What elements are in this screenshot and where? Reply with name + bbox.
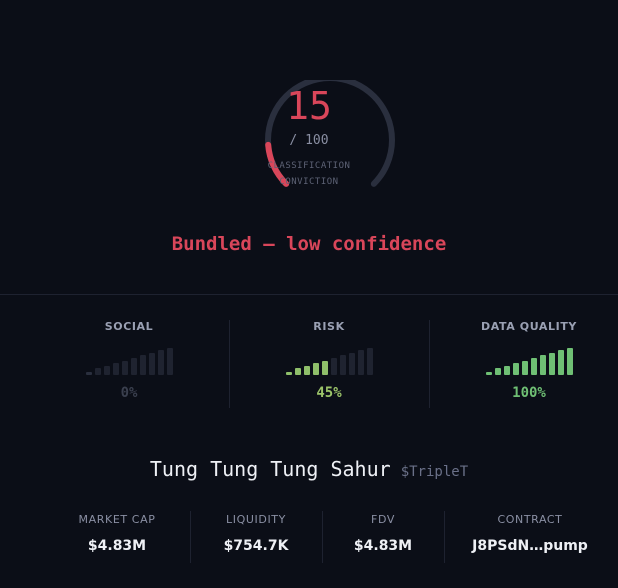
signal-bar — [366, 348, 373, 375]
signal-bars — [84, 345, 174, 375]
signal-bar — [548, 353, 555, 375]
signal-bars — [284, 345, 374, 375]
metric-label: RISK — [313, 320, 345, 333]
token-header: Tung Tung Tung Sahur $TripleT — [0, 457, 618, 481]
signal-bar — [557, 350, 564, 375]
contract-address[interactable]: J8PSdN…pump — [460, 538, 600, 554]
signal-bar — [294, 368, 301, 375]
signal-bar — [485, 372, 492, 375]
signal-bar — [539, 355, 546, 375]
section-divider — [0, 294, 618, 295]
signal-bar — [494, 368, 501, 375]
stat-label: CONTRACT — [497, 513, 563, 526]
signal-bar — [139, 355, 146, 375]
gauge-subtitle-line1: CLASSIFICATION — [267, 161, 351, 171]
signal-bar — [503, 366, 510, 375]
stat-divider — [444, 511, 445, 563]
signal-bar — [148, 353, 155, 375]
stat-liquidity: LIQUIDITY $754.7K — [201, 505, 311, 554]
signal-bar — [530, 358, 537, 375]
metric-social: SOCIAL 0% — [29, 310, 229, 401]
signal-bar — [348, 353, 355, 375]
stat-label: FDV — [371, 513, 395, 526]
stat-value: $754.7K — [223, 538, 289, 554]
metrics-row: SOCIAL 0% RISK 45% DATA QUALITY 100% — [0, 310, 618, 410]
conviction-gauge: 15 / 100 CLASSIFICATION CONVICTION — [0, 0, 618, 200]
token-name: Tung Tung Tung Sahur — [149, 457, 391, 481]
signal-bar — [512, 363, 519, 375]
stat-value: $4.83M — [87, 538, 147, 554]
signal-bar — [121, 361, 128, 375]
metric-label: DATA QUALITY — [480, 320, 577, 333]
signal-bar — [166, 348, 173, 375]
metric-value: 0% — [120, 385, 138, 401]
stat-divider — [190, 511, 191, 563]
signal-bar — [285, 372, 292, 375]
signal-bar — [303, 366, 310, 375]
signal-bar — [94, 368, 101, 375]
signal-bars — [484, 345, 574, 375]
signal-bar — [339, 355, 346, 375]
verdict-text: Bundled — low confidence — [171, 233, 447, 255]
stat-fdv: FDV $4.83M — [328, 505, 438, 554]
signal-bar — [112, 363, 119, 375]
stat-label: LIQUIDITY — [226, 513, 286, 526]
gauge-max-label: / 100 — [289, 133, 329, 148]
signal-bar — [312, 363, 319, 375]
metric-value: 100% — [512, 385, 546, 401]
stat-value: $4.83M — [353, 538, 413, 554]
signal-bar — [321, 361, 328, 375]
metric-risk: RISK 45% — [229, 310, 429, 401]
token-ticker: $TripleT — [400, 464, 469, 480]
signal-bar — [330, 358, 337, 375]
signal-bar — [566, 348, 573, 375]
signal-bar — [130, 358, 137, 375]
signal-bar — [103, 366, 110, 375]
stat-market-cap: MARKET CAP $4.83M — [62, 505, 172, 554]
metric-data-quality: DATA QUALITY 100% — [429, 310, 618, 401]
signal-bar — [85, 372, 92, 375]
stats-row: MARKET CAP $4.83M LIQUIDITY $754.7K FDV … — [0, 505, 618, 565]
gauge-score: 15 — [286, 84, 332, 128]
stat-contract[interactable]: CONTRACT J8PSdN…pump — [460, 505, 600, 554]
metric-value: 45% — [316, 385, 342, 401]
signal-bar — [157, 350, 164, 375]
signal-bar — [521, 361, 528, 375]
stat-label: MARKET CAP — [78, 513, 156, 526]
signal-bar — [357, 350, 364, 375]
stat-divider — [322, 511, 323, 563]
gauge-subtitle-line2: CONVICTION — [279, 177, 339, 187]
metric-label: SOCIAL — [104, 320, 154, 333]
